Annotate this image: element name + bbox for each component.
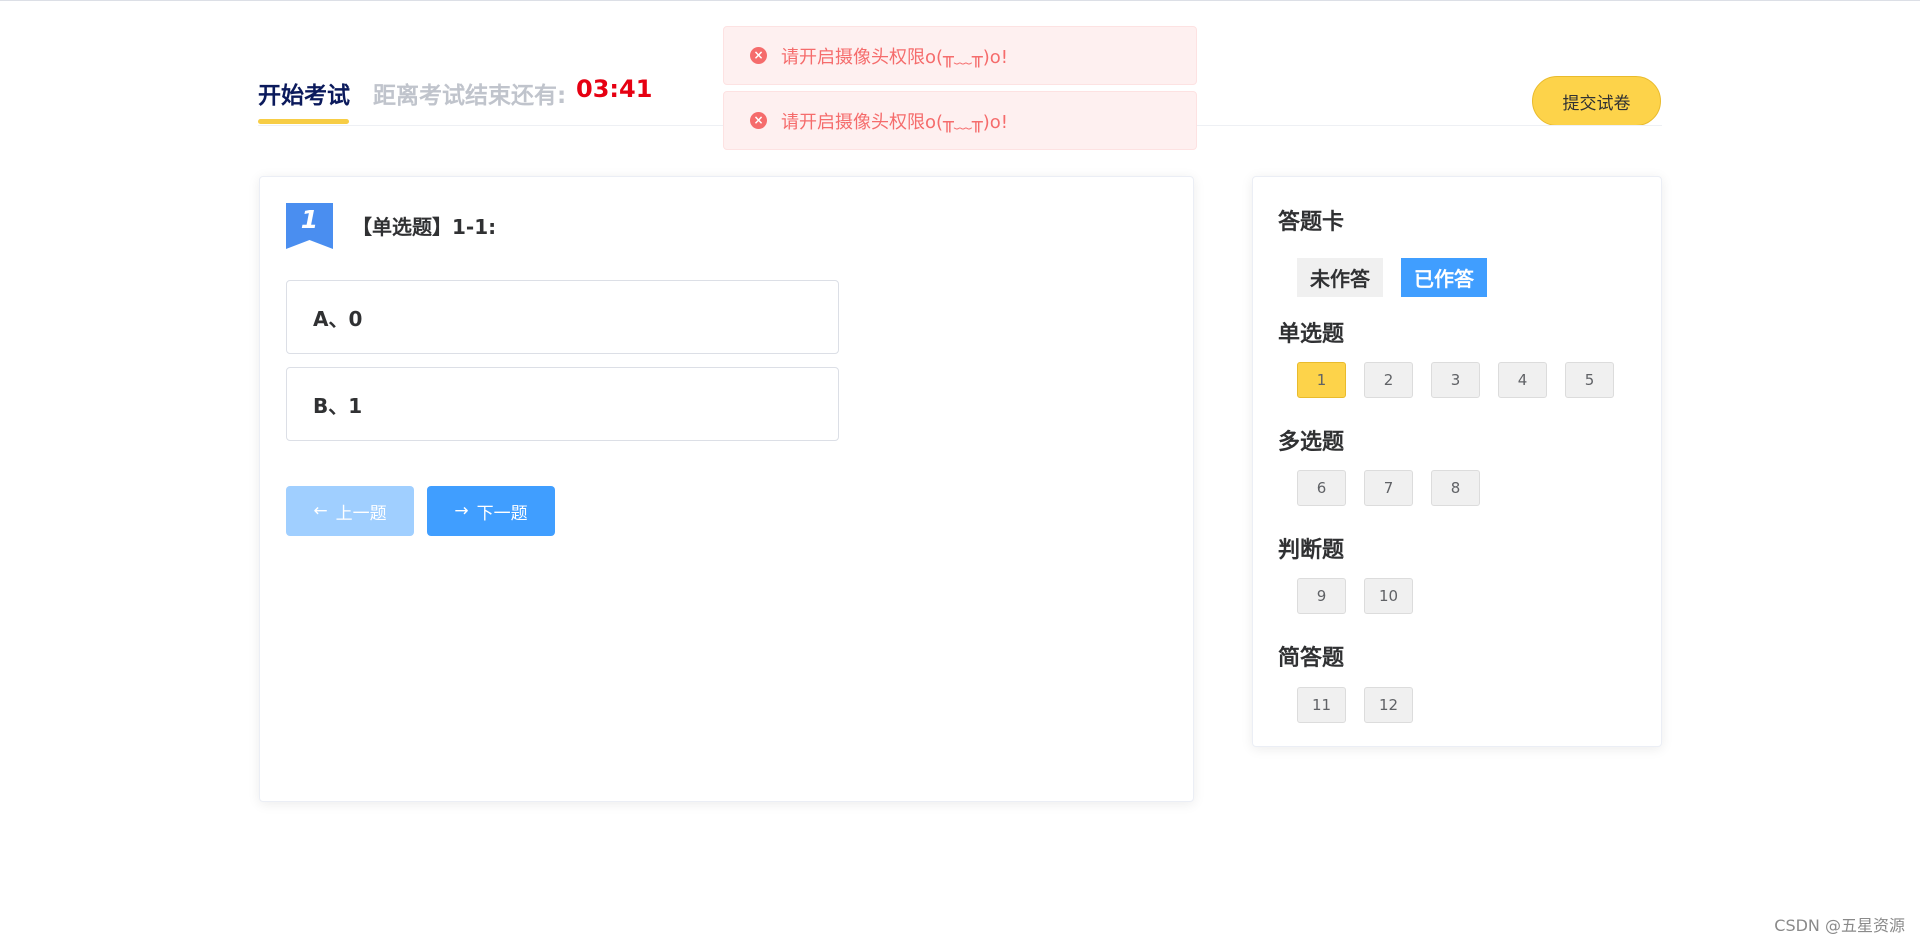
question-number: 1: [300, 205, 319, 234]
next-label: 下一题: [476, 503, 528, 524]
question-nav-button[interactable]: 7: [1364, 470, 1413, 506]
section-title-short-answer: 简答题: [1278, 646, 1345, 671]
close-circle-icon: ×: [750, 112, 767, 129]
submit-exam-button[interactable]: 提交试卷: [1532, 76, 1661, 126]
legend-answered: 已作答: [1401, 258, 1487, 297]
answer-card-title: 答题卡: [1278, 210, 1345, 235]
toast-message: 请开启摄像头权限o(╥﹏╥)o!: [781, 46, 1008, 68]
close-circle-icon: ×: [750, 47, 767, 64]
option-label: B、1: [313, 393, 363, 418]
answer-card: 答题卡 未作答 已作答 单选题 1 2 3 4 5 多选题 6 7 8 判断题 …: [1252, 176, 1662, 747]
question-nav-button[interactable]: 2: [1364, 362, 1413, 398]
single-choice-number-list: 1 2 3 4 5: [1297, 362, 1614, 398]
option-b[interactable]: B、1: [286, 367, 839, 441]
next-question-button[interactable]: → 下一题: [427, 486, 555, 536]
question-panel: 1 【单选题】1-1: A、0 B、1 ← 上一题 → 下一题: [259, 176, 1194, 802]
question-title: 【单选题】1-1:: [352, 215, 497, 239]
previous-question-button[interactable]: ← 上一题: [286, 486, 414, 536]
legend-unanswered: 未作答: [1297, 258, 1383, 297]
previous-label: 上一题: [335, 503, 387, 524]
question-nav-button[interactable]: 4: [1498, 362, 1547, 398]
option-a[interactable]: A、0: [286, 280, 839, 354]
arrow-right-icon: →: [454, 501, 469, 521]
section-title-multiple-choice: 多选题: [1278, 430, 1345, 455]
toast-message: 请开启摄像头权限o(╥﹏╥)o!: [781, 111, 1008, 133]
question-nav-button[interactable]: 10: [1364, 578, 1413, 614]
tab-start-exam[interactable]: 开始考试: [258, 76, 350, 110]
question-nav-button[interactable]: 8: [1431, 470, 1480, 506]
question-nav-button[interactable]: 6: [1297, 470, 1346, 506]
question-nav-button[interactable]: 11: [1297, 687, 1346, 723]
multiple-choice-number-list: 6 7 8: [1297, 470, 1480, 506]
top-border: [0, 0, 1920, 1]
question-nav-button[interactable]: 12: [1364, 687, 1413, 723]
countdown-label: 距离考试结束还有:: [373, 83, 567, 109]
countdown-timer: 03:41: [576, 75, 653, 103]
question-nav-button[interactable]: 9: [1297, 578, 1346, 614]
short-answer-number-list: 11 12: [1297, 687, 1413, 723]
section-title-true-false: 判断题: [1278, 538, 1345, 563]
error-toast: × 请开启摄像头权限o(╥﹏╥)o!: [723, 26, 1197, 85]
option-label: A、0: [313, 306, 363, 331]
error-toast: × 请开启摄像头权限o(╥﹏╥)o!: [723, 91, 1197, 150]
section-title-single-choice: 单选题: [1278, 322, 1345, 347]
tab-active-indicator: [258, 119, 349, 124]
true-false-number-list: 9 10: [1297, 578, 1413, 614]
question-nav-button[interactable]: 5: [1565, 362, 1614, 398]
question-nav-button[interactable]: 3: [1431, 362, 1480, 398]
watermark: CSDN @五星资源: [1774, 916, 1905, 935]
arrow-left-icon: ←: [313, 501, 328, 521]
question-number-badge: 1: [286, 203, 333, 249]
question-nav-button[interactable]: 1: [1297, 362, 1346, 398]
